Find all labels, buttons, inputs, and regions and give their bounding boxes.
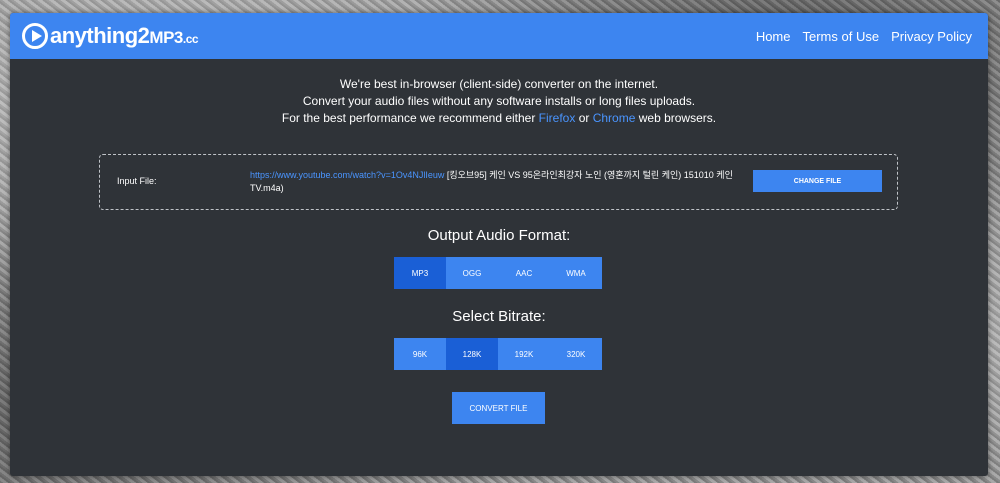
bitrate-option-192k[interactable]: 192K (498, 338, 550, 370)
play-icon (22, 23, 48, 49)
format-option-wma[interactable]: WMA (550, 257, 602, 289)
bitrate-option-128k[interactable]: 128K (446, 338, 498, 370)
bitrate-option-320k[interactable]: 320K (550, 338, 602, 370)
bitrate-option-96k[interactable]: 96K (394, 338, 446, 370)
intro-line-2: Convert your audio files without any sof… (302, 94, 696, 108)
input-file-dropzone[interactable]: Input File: https://www.youtube.com/watc… (99, 154, 898, 210)
top-navbar: anything2MP3.cc Home Terms of Use Privac… (10, 13, 988, 59)
intro-line-3: For the best performance we recommend ei… (10, 110, 988, 127)
input-file-label: Input File: (117, 176, 157, 186)
output-format-title: Output Audio Format: (427, 227, 571, 244)
converter-panel: anything2MP3.cc Home Terms of Use Privac… (10, 13, 988, 476)
input-file-name: https://www.youtube.com/watch?v=1Ov4NJlI… (250, 169, 740, 195)
logo-two: 2 (137, 23, 150, 48)
intro-or: or (575, 111, 593, 125)
site-logo[interactable]: anything2MP3.cc (22, 23, 199, 49)
bitrate-options: 96K 128K 192K 320K (394, 338, 602, 370)
intro-text: We're best in-browser (client-side) conv… (10, 76, 988, 127)
input-file-url: https://www.youtube.com/watch?v=1Ov4NJlI… (250, 170, 445, 180)
chrome-link[interactable]: Chrome (593, 111, 636, 125)
nav-home-link[interactable]: Home (756, 29, 791, 44)
convert-file-button[interactable]: CONVERT FILE (452, 392, 545, 424)
logo-text: anything2MP3.cc (50, 23, 199, 49)
change-file-button[interactable]: CHANGE FILE (753, 170, 882, 192)
logo-main: anything (50, 23, 138, 48)
firefox-link[interactable]: Firefox (539, 111, 576, 125)
bitrate-title: Select Bitrate: (452, 308, 546, 325)
intro-line-1: We're best in-browser (client-side) conv… (339, 77, 659, 91)
logo-mp3: MP3 (149, 28, 183, 47)
format-option-mp3[interactable]: MP3 (394, 257, 446, 289)
intro-line-3-suffix: web browsers. (635, 111, 717, 125)
main-nav: Home Terms of Use Privacy Policy (756, 29, 972, 44)
format-option-aac[interactable]: AAC (498, 257, 550, 289)
format-option-ogg[interactable]: OGG (446, 257, 498, 289)
nav-privacy-link[interactable]: Privacy Policy (891, 29, 972, 44)
logo-cc: .cc (182, 32, 199, 46)
format-options: MP3 OGG AAC WMA (394, 257, 602, 289)
intro-line-3-prefix: For the best performance we recommend ei… (281, 111, 539, 125)
nav-terms-link[interactable]: Terms of Use (803, 29, 880, 44)
